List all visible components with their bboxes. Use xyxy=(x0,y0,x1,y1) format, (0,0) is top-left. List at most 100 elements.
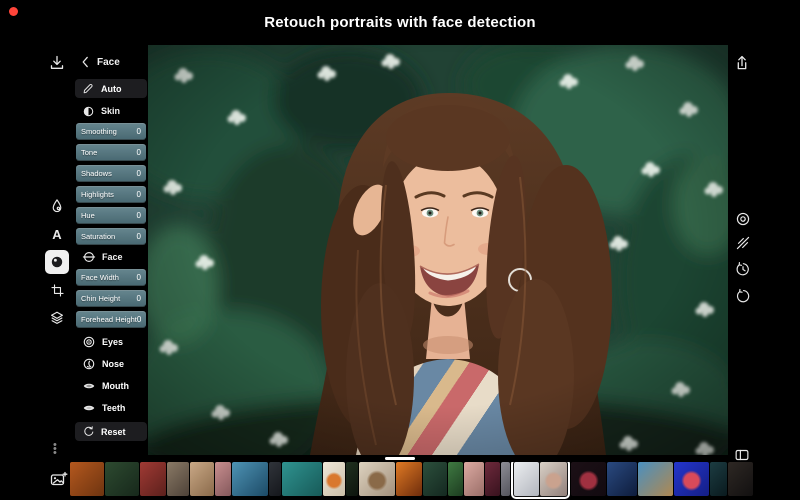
slider-value: 0 xyxy=(137,232,141,241)
thumb-underwater[interactable] xyxy=(710,462,727,496)
auto-label: Auto xyxy=(101,84,122,94)
auto-button[interactable]: Auto xyxy=(75,79,147,98)
thumb-curtain[interactable] xyxy=(514,462,539,496)
thumb-portrait-red[interactable] xyxy=(485,462,500,496)
feature-nose[interactable]: Nose xyxy=(73,353,149,375)
thumb-starry-night[interactable] xyxy=(607,462,637,496)
thumb-havana[interactable] xyxy=(638,462,673,496)
slider-chin-height[interactable]: Chin Height 0 xyxy=(76,290,146,307)
add-image-button[interactable] xyxy=(47,468,71,492)
paint-tool[interactable] xyxy=(45,194,69,218)
titlebar: Retouch portraits with face detection xyxy=(0,0,800,45)
panel-header: Face xyxy=(73,54,149,70)
slider-label: Tone xyxy=(81,148,97,157)
thumb-fox[interactable] xyxy=(70,462,104,496)
thumb-food[interactable] xyxy=(323,462,345,496)
thumb-ocean[interactable] xyxy=(232,462,268,496)
thumb-deer[interactable] xyxy=(359,462,395,496)
more-options-button[interactable]: ••• xyxy=(53,443,57,455)
retouch-tool-selected[interactable] xyxy=(45,250,69,274)
portrait-photo xyxy=(148,45,728,455)
slider-value: 0 xyxy=(137,190,141,199)
thumb-city[interactable] xyxy=(501,462,510,496)
eye-icon xyxy=(82,335,96,349)
concentric-circles-icon xyxy=(734,210,752,228)
add-image-icon xyxy=(49,470,69,490)
reset-arrows-icon xyxy=(82,425,95,438)
photo-canvas[interactable] xyxy=(148,45,728,455)
layers-icon xyxy=(48,309,66,327)
slider-label: Hue xyxy=(81,211,95,220)
thumb-plant[interactable] xyxy=(448,462,463,496)
face-label: Face xyxy=(102,252,123,262)
slider-face-width[interactable]: Face Width 0 xyxy=(76,269,146,286)
filmstrip-handle[interactable] xyxy=(385,457,415,460)
thumb-jellyfish[interactable] xyxy=(674,462,709,496)
download-icon xyxy=(47,53,67,73)
thumb-red-building[interactable] xyxy=(140,462,166,496)
thumb-island[interactable] xyxy=(282,462,322,496)
thumb-canyon[interactable] xyxy=(190,462,214,496)
face-detection-button[interactable] xyxy=(731,207,755,231)
feature-eyes[interactable]: Eyes xyxy=(73,331,149,353)
thumb-nebula[interactable] xyxy=(571,462,606,496)
retouch-face-icon xyxy=(48,253,66,271)
thumb-wildfire[interactable] xyxy=(396,462,422,496)
slider-label: Chin Height xyxy=(81,294,120,303)
compare-button[interactable] xyxy=(731,231,755,255)
slider-value: 0 xyxy=(137,127,141,136)
history-button[interactable] xyxy=(731,257,755,281)
paint-drop-icon xyxy=(48,197,66,215)
thumb-pine[interactable] xyxy=(423,462,447,496)
thumb-knife[interactable] xyxy=(728,462,753,496)
thumb-street[interactable] xyxy=(167,462,189,496)
slider-tone[interactable]: Tone0 xyxy=(76,144,146,161)
selected-thumbnail-group[interactable] xyxy=(511,462,570,499)
retouch-panel: Face Auto Skin Smoothing0Tone0Shadows0Hi… xyxy=(73,45,149,455)
slider-hue[interactable]: Hue 0 xyxy=(76,207,146,224)
thumb-dark-forest[interactable] xyxy=(346,462,358,496)
thumb-people[interactable] xyxy=(464,462,484,496)
slider-label: Face Width xyxy=(81,273,119,282)
revert-arrow-icon xyxy=(734,287,752,305)
slider-saturation[interactable]: Saturation0 xyxy=(76,228,146,245)
thumb-woman-room[interactable] xyxy=(540,462,567,496)
teeth-label: Teeth xyxy=(102,403,125,413)
download-button[interactable] xyxy=(45,51,69,75)
face-sliders: Face Width 0 Chin Height 0 Forehead Height0 xyxy=(76,269,146,332)
slider-highlights[interactable]: Highlights 0 xyxy=(76,186,146,203)
slider-shadows[interactable]: Shadows0 xyxy=(76,165,146,182)
filmstrip[interactable] xyxy=(70,462,762,500)
revert-button[interactable] xyxy=(731,284,755,308)
chevron-left-icon[interactable] xyxy=(79,55,91,69)
skin-label: Skin xyxy=(101,106,120,116)
slider-label: Highlights xyxy=(81,190,114,199)
share-button[interactable] xyxy=(730,51,754,75)
slider-forehead-height[interactable]: Forehead Height0 xyxy=(76,311,146,328)
layers-tool[interactable] xyxy=(45,306,69,330)
mouth-label: Mouth xyxy=(102,381,129,391)
type-tool[interactable]: A xyxy=(45,222,69,246)
vertical-ellipsis-icon: ••• xyxy=(53,439,57,459)
share-icon xyxy=(732,53,752,73)
slider-value: 0 xyxy=(137,294,141,303)
history-clock-icon xyxy=(734,260,752,278)
window-close-button[interactable] xyxy=(9,7,18,16)
slider-smoothing[interactable]: Smoothing0 xyxy=(76,123,146,140)
slider-label: Shadows xyxy=(81,169,112,178)
feature-teeth[interactable]: Teeth xyxy=(73,397,149,419)
slider-value: 0 xyxy=(137,211,141,220)
reset-button[interactable]: Reset xyxy=(75,422,147,441)
thumb-rose[interactable] xyxy=(215,462,231,496)
thumb-cliff[interactable] xyxy=(269,462,281,496)
pen-wand-icon xyxy=(82,82,95,95)
crop-icon xyxy=(49,282,66,299)
lips-icon xyxy=(82,379,96,393)
slider-value: 0 xyxy=(137,273,141,282)
crop-tool[interactable] xyxy=(45,278,69,302)
thumb-forest[interactable] xyxy=(105,462,139,496)
reset-label: Reset xyxy=(101,427,126,437)
page-title: Retouch portraits with face detection xyxy=(264,14,536,31)
feature-mouth[interactable]: Mouth xyxy=(73,375,149,397)
half-circle-icon xyxy=(82,105,95,118)
